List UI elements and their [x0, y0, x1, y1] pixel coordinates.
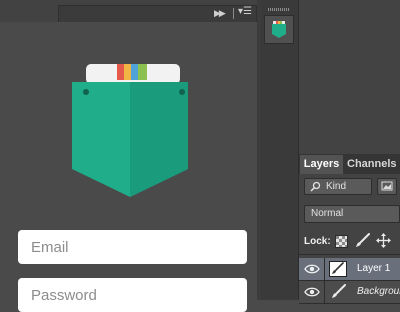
- image-filter-button[interactable]: [377, 178, 397, 195]
- brush-icon[interactable]: [354, 233, 370, 248]
- double-chevron-right-icon[interactable]: ▶▶: [214, 8, 226, 19]
- email-field[interactable]: [18, 230, 247, 264]
- pocket-logo: [72, 64, 188, 197]
- blend-mode-dropdown[interactable]: Normal: [304, 205, 400, 223]
- password-field[interactable]: [18, 278, 247, 312]
- layer-name: Layer 1: [357, 263, 391, 274]
- layers-divider: [299, 254, 400, 255]
- stripe-red: [117, 64, 124, 80]
- layer-row[interactable]: Layer 1: [299, 258, 400, 281]
- layers-panel: [299, 0, 400, 300]
- pocket-shade: [130, 82, 188, 197]
- layer-thumbnail: [329, 261, 347, 277]
- lock-label: Lock:: [304, 236, 331, 247]
- tab-channels[interactable]: Channels: [347, 155, 397, 174]
- search-icon: [310, 181, 321, 192]
- pocket-rivet-left: [83, 89, 89, 95]
- brush-icon: [330, 284, 346, 305]
- stripe-yellow: [124, 64, 131, 80]
- layer-row[interactable]: Background: [299, 281, 400, 304]
- pocket-thumbnail-icon: [272, 21, 286, 38]
- panel-menu-icon[interactable]: ▾☰: [238, 6, 252, 17]
- tab-layers[interactable]: Layers: [300, 155, 343, 174]
- move-arrows-icon[interactable]: [376, 233, 391, 248]
- stripe-blue: [131, 64, 138, 80]
- kind-filter-label: Kind: [326, 181, 347, 192]
- visibility-toggle[interactable]: [299, 258, 325, 280]
- eye-icon: [304, 264, 320, 274]
- image-filter-icon: [381, 181, 393, 191]
- dock-grip[interactable]: [268, 8, 290, 11]
- stripe-green: [138, 64, 147, 80]
- navigator-thumbnail-button[interactable]: [264, 15, 294, 44]
- panel-header-tab: [58, 5, 257, 22]
- pocket-rivet-right: [179, 89, 185, 95]
- layer-name: Background: [357, 286, 400, 297]
- header-divider: [233, 8, 234, 19]
- collapsed-panel-dock: [261, 0, 299, 300]
- checkerboard-icon[interactable]: [335, 235, 348, 248]
